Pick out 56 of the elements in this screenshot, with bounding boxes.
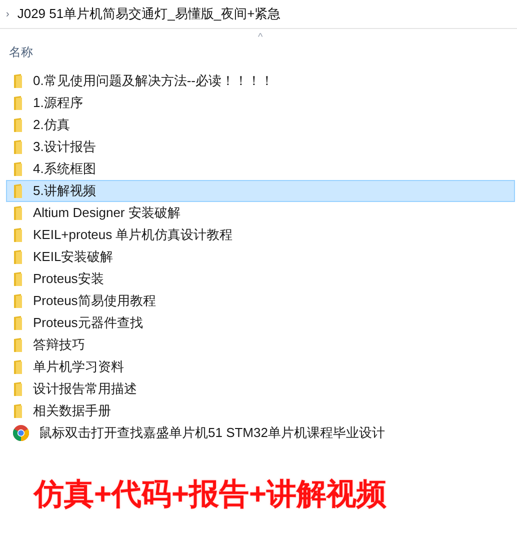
- file-name: 设计报告常用描述: [33, 380, 137, 398]
- file-name: 0.常见使用问题及解决方法--必读！！！！: [33, 72, 274, 90]
- folder-icon: [13, 271, 23, 287]
- file-name: 5.讲解视频: [33, 182, 96, 200]
- file-row[interactable]: 2.仿真: [6, 114, 515, 136]
- folder-icon: [13, 161, 23, 177]
- promo-caption: 仿真+代码+报告+讲解视频: [34, 477, 387, 513]
- file-row[interactable]: 鼠标双击打开查找嘉盛单片机51 STM32单片机课程毕业设计: [6, 422, 515, 444]
- file-name: KEIL+proteus 单片机仿真设计教程: [33, 226, 233, 244]
- folder-icon: [13, 117, 23, 133]
- folder-icon: [13, 315, 23, 331]
- file-row[interactable]: 设计报告常用描述: [6, 378, 515, 400]
- breadcrumb-chevron[interactable]: ›: [6, 6, 10, 22]
- folder-icon: [13, 73, 23, 89]
- folder-icon: [13, 293, 23, 309]
- file-name: 鼠标双击打开查找嘉盛单片机51 STM32单片机课程毕业设计: [39, 424, 385, 442]
- file-name: KEIL安装破解: [33, 248, 114, 266]
- file-row[interactable]: Proteus简易使用教程: [6, 290, 515, 312]
- file-name: 3.设计报告: [33, 138, 96, 156]
- file-row[interactable]: Proteus元器件查找: [6, 312, 515, 334]
- name-column-header[interactable]: ^ 名称: [0, 29, 517, 65]
- folder-icon: [13, 337, 23, 353]
- file-row[interactable]: 单片机学习资料: [6, 356, 515, 378]
- file-name: 答辩技巧: [33, 336, 85, 354]
- file-name: Altium Designer 安装破解: [33, 204, 180, 222]
- folder-icon: [13, 249, 23, 265]
- folder-icon: [13, 139, 23, 155]
- file-name: 4.系统框图: [33, 160, 96, 178]
- file-row[interactable]: 1.源程序: [6, 92, 515, 114]
- folder-icon: [13, 95, 23, 111]
- file-name: 相关数据手册: [33, 402, 111, 420]
- folder-icon: [13, 183, 23, 199]
- folder-icon: [13, 381, 23, 397]
- file-name: 1.源程序: [33, 94, 83, 112]
- file-name: 单片机学习资料: [33, 358, 124, 376]
- file-row[interactable]: 5.讲解视频: [6, 180, 515, 202]
- file-name: Proteus安装: [33, 270, 104, 288]
- folder-icon: [13, 359, 23, 375]
- sort-indicator: ^: [258, 31, 263, 45]
- file-row[interactable]: Proteus安装: [6, 268, 515, 290]
- file-row[interactable]: 3.设计报告: [6, 136, 515, 158]
- file-name: Proteus简易使用教程: [33, 292, 156, 310]
- file-row[interactable]: 答辩技巧: [6, 334, 515, 356]
- file-row[interactable]: KEIL安装破解: [6, 246, 515, 268]
- file-row[interactable]: Altium Designer 安装破解: [6, 202, 515, 224]
- folder-icon: [13, 403, 23, 419]
- folder-icon: [13, 227, 23, 243]
- file-name: 2.仿真: [33, 116, 70, 134]
- file-name: Proteus元器件查找: [33, 314, 143, 332]
- folder-icon: [13, 205, 23, 221]
- breadcrumb-path[interactable]: J029 51单片机简易交通灯_易懂版_夜间+紧急: [17, 4, 281, 24]
- file-row[interactable]: KEIL+proteus 单片机仿真设计教程: [6, 224, 515, 246]
- file-row[interactable]: 0.常见使用问题及解决方法--必读！！！！: [6, 70, 515, 92]
- file-row[interactable]: 4.系统框图: [6, 158, 515, 180]
- browser-icon: [13, 425, 29, 441]
- file-row[interactable]: 相关数据手册: [6, 400, 515, 422]
